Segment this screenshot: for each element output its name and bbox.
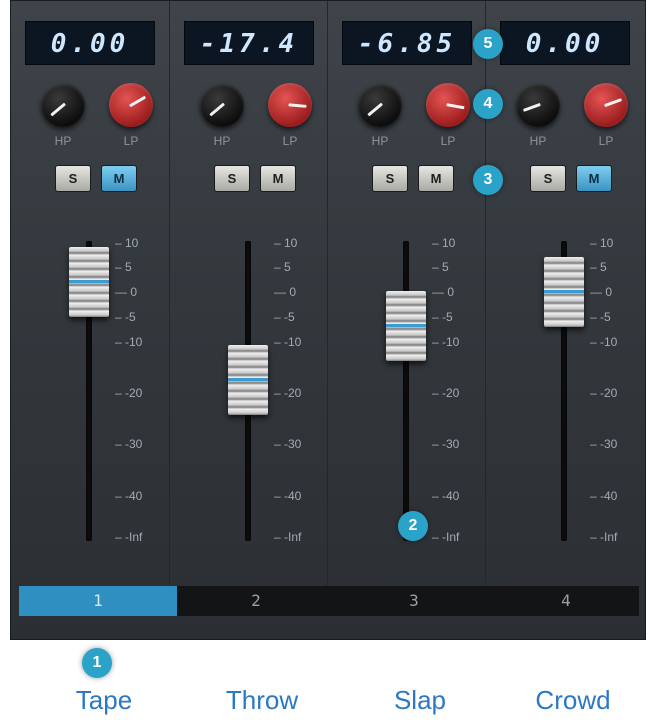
hp-knob[interactable]: [516, 83, 560, 127]
channel-strip-2: -17.4 HP LP S M – 10 – 5 — 0 – -5 – -10 – -20…: [169, 1, 328, 586]
fader-scale-label: – -5: [590, 310, 611, 324]
fader-scale-label: – -10: [590, 335, 618, 349]
fader-scale-label: – -5: [115, 310, 136, 324]
solo-button[interactable]: S: [55, 165, 91, 192]
channel-strip-4: 0.00 HP LP S M – 10 – 5 — 0 – -5 – -10 – -20 –…: [485, 1, 644, 586]
solo-button[interactable]: S: [214, 165, 250, 192]
solo-button[interactable]: S: [372, 165, 408, 192]
solo-button[interactable]: S: [530, 165, 566, 192]
fader-scale-label: – -30: [590, 437, 618, 451]
fader-handle[interactable]: [69, 247, 109, 317]
fader-scale-label: — 0: [590, 285, 613, 299]
channel-number-3[interactable]: 3: [335, 586, 493, 616]
fader-scale-label: – -Inf: [432, 530, 460, 544]
channel-number-1[interactable]: 1: [19, 586, 177, 616]
fader-scale-label: – -Inf: [590, 530, 618, 544]
hp-knob[interactable]: [358, 83, 402, 127]
fader-scale-label: – -30: [432, 437, 460, 451]
callout-badge-2: 2: [398, 511, 428, 541]
fader-scale-label: – -40: [590, 489, 618, 503]
level-readout: 0.00: [25, 21, 155, 65]
lp-knob[interactable]: [268, 83, 312, 127]
callout-badge-4: 4: [473, 89, 503, 119]
fader-scale-label: – -5: [432, 310, 453, 324]
lp-knob[interactable]: [109, 83, 153, 127]
fader-scale-label: – 10: [274, 236, 298, 250]
fader-scale-label: – -40: [274, 489, 302, 503]
channel-caption-throw: Throw: [225, 685, 299, 715]
fader-scale-label: — 0: [274, 285, 297, 299]
fader-track: [403, 241, 409, 541]
fader-scale-label: – -30: [274, 437, 302, 451]
hp-label: HP: [54, 134, 72, 148]
fader-scale-label: – 5: [432, 260, 449, 274]
fader-scale-label: – 5: [115, 260, 132, 274]
level-readout: 0.00: [500, 21, 630, 65]
fader-scale-label: – -40: [432, 489, 460, 503]
fader-handle[interactable]: [544, 257, 584, 327]
channel-strip-1: 0.00 HP LP S M – 10 – 5 — 0 – -5 – -10 – -20 –…: [11, 1, 169, 586]
lp-knob[interactable]: [584, 83, 628, 127]
mute-button[interactable]: M: [576, 165, 612, 192]
hp-label: HP: [213, 134, 231, 148]
fader-scale-label: — 0: [115, 285, 138, 299]
lp-label: LP: [123, 134, 139, 148]
channel-caption-slap: Slap: [393, 685, 447, 715]
lp-label: LP: [440, 134, 456, 148]
callout-badge-3: 3: [473, 165, 503, 195]
callout-badge-1: 1: [82, 648, 112, 678]
fader-scale-label: – -Inf: [115, 530, 143, 544]
hp-label: HP: [529, 134, 547, 148]
channel-number-2[interactable]: 2: [177, 586, 335, 616]
fader-scale-label: – -30: [115, 437, 143, 451]
fader-scale-label: — 0: [432, 285, 455, 299]
channel-caption-tape: Tape: [75, 685, 133, 715]
channel-caption-crowd: Crowd: [535, 685, 611, 715]
fader-handle[interactable]: [228, 344, 268, 415]
fader-scale-label: – 10: [590, 236, 614, 250]
lp-knob[interactable]: [426, 83, 470, 127]
lp-label: LP: [598, 134, 614, 148]
mute-button[interactable]: M: [418, 165, 454, 192]
channel-strip-3: -6.85 HP LP S M – 10 – 5 — 0 – -5 – -10 – -20…: [327, 1, 486, 586]
fader-scale-label: – -20: [274, 386, 302, 400]
fader-scale-label: – 10: [432, 236, 456, 250]
fader-handle[interactable]: [386, 291, 426, 362]
fader-scale-label: – -10: [115, 335, 143, 349]
fader-scale-label: – -20: [115, 386, 143, 400]
mute-button[interactable]: M: [260, 165, 296, 192]
level-readout: -6.85: [342, 21, 472, 65]
hp-knob[interactable]: [200, 83, 244, 127]
callout-badge-5: 5: [473, 29, 503, 59]
hp-label: HP: [371, 134, 389, 148]
hp-knob[interactable]: [41, 83, 85, 127]
fader-scale-label: – 5: [590, 260, 607, 274]
fader-scale-label: – -40: [115, 489, 143, 503]
fader-scale-label: – -5: [274, 310, 295, 324]
fader-scale-label: – -20: [590, 386, 618, 400]
level-readout: -17.4: [184, 21, 314, 65]
lp-label: LP: [282, 134, 298, 148]
fader-scale-label: – 5: [274, 260, 291, 274]
mute-button[interactable]: M: [101, 165, 137, 192]
channel-number-4[interactable]: 4: [493, 586, 639, 616]
fader-scale-label: – -10: [432, 335, 460, 349]
fader-scale-label: – -Inf: [274, 530, 302, 544]
fader-scale-label: – -10: [274, 335, 302, 349]
fader-scale-label: – 10: [115, 236, 139, 250]
fader-scale-label: – -20: [432, 386, 460, 400]
mixer-panel: 0.00 HP LP S M – 10 – 5 — 0 – -5 – -10 – -20 –…: [10, 0, 646, 640]
